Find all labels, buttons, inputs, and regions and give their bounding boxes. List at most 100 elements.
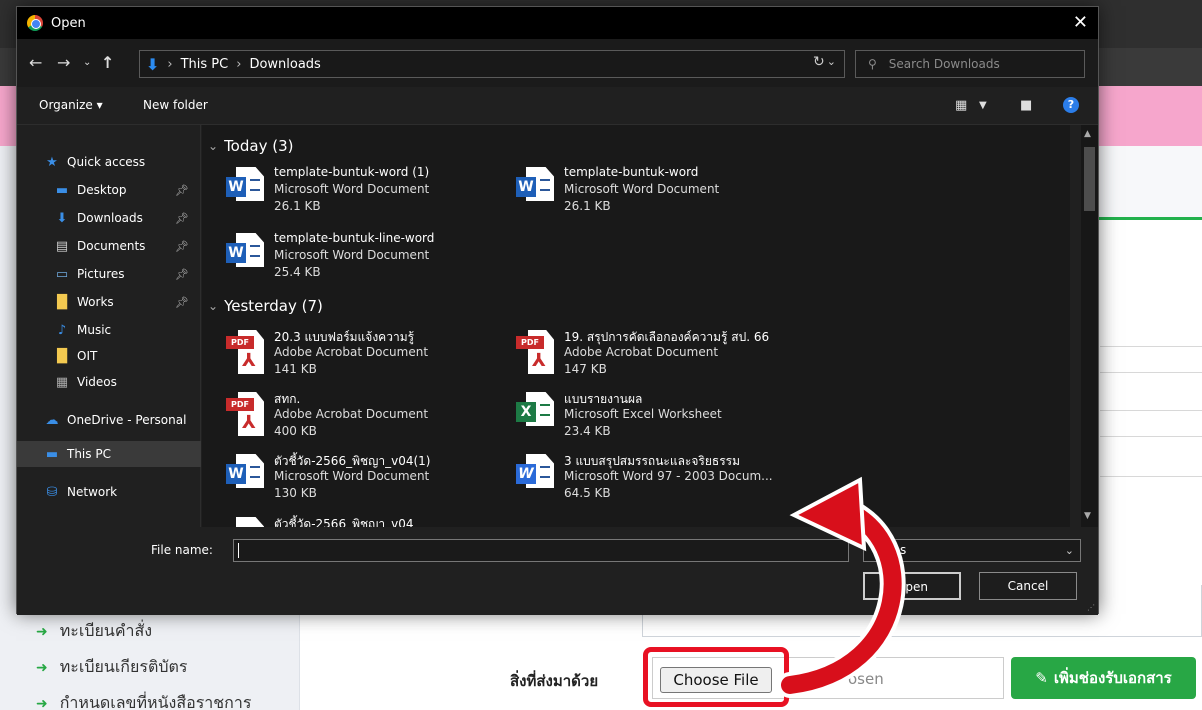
add-attachment-button[interactable]: ✎ เพิ่มช่องรับเอกสาร xyxy=(1011,657,1196,699)
collapse-chevron-icon: ⌄ xyxy=(208,139,219,153)
nav-quick-access[interactable]: ★ Quick access xyxy=(17,149,201,175)
sidebar-link-document-numbers[interactable]: ➜ กำหนดเลขที่หนังสือราชการ xyxy=(36,691,251,710)
group-header-yesterday[interactable]: ⌄ Yesterday (7) xyxy=(208,297,323,315)
recent-locations-chevron-icon[interactable]: ⌄ xyxy=(83,57,91,68)
music-icon: ♪ xyxy=(57,322,67,338)
cancel-button[interactable]: Cancel xyxy=(979,572,1077,600)
pin-icon[interactable]: 📌︎ xyxy=(175,268,189,281)
file-item[interactable]: W template-buntuk-line-word Microsoft Wo… xyxy=(222,231,502,291)
nav-onedrive[interactable]: ☁ OneDrive - Personal xyxy=(17,407,201,433)
address-bar-row: ← → ⌄ ↑ ⬇ › This PC › Downloads ⌄ ↻ ⚲ Se… xyxy=(17,39,1098,87)
star-icon: ★ xyxy=(46,154,58,170)
word-document-icon: W xyxy=(226,167,264,213)
scroll-down-icon[interactable]: ▼ xyxy=(1084,511,1091,521)
arrow-right-icon: ➜ xyxy=(36,623,48,640)
chrome-icon xyxy=(27,15,43,31)
up-arrow-icon[interactable]: ↑ xyxy=(101,53,114,72)
nav-downloads[interactable]: ⬇ Downloads 📌︎ xyxy=(17,205,201,231)
navigation-pane: ★ Quick access ▬ Desktop 📌︎ ⬇ Downloads 📌︎ ▤ D… xyxy=(17,125,201,527)
network-icon: ⛁ xyxy=(46,484,58,500)
address-dropdown-icon[interactable]: ⌄ xyxy=(827,55,836,68)
pin-icon[interactable]: 📌︎ xyxy=(175,240,189,253)
attachment-label: สิ่งที่ส่งมาด้วย xyxy=(510,672,599,690)
breadcrumb-downloads[interactable]: Downloads xyxy=(249,57,320,72)
file-name-label: File name: xyxy=(151,543,213,557)
paperclip-icon: ✎ xyxy=(1035,669,1048,687)
search-icon: ⚲ xyxy=(868,57,877,71)
word-document-icon: W xyxy=(516,167,554,213)
file-list-scrollbar[interactable]: ▲ ▼ xyxy=(1081,125,1098,527)
back-arrow-icon[interactable]: ← xyxy=(29,53,42,72)
file-list: ⌄ Today (3) W template-buntuk-word (1) Mi… xyxy=(202,125,1070,527)
downloads-arrow-icon: ⬇ xyxy=(146,54,160,74)
nav-videos[interactable]: ▦ Videos xyxy=(17,369,201,395)
nav-music[interactable]: ♪ Music xyxy=(17,317,201,343)
file-item[interactable]: W ตัวชี้วัด-2566_พิชญา_v04(1) Microsoft … xyxy=(222,452,502,512)
organize-menu[interactable]: Organize ▾ xyxy=(39,98,103,112)
file-name-input[interactable] xyxy=(233,539,849,562)
nav-network[interactable]: ⛁ Network xyxy=(17,479,201,505)
pdf-document-icon: PDF ⅄ xyxy=(226,392,264,438)
word-document-icon: W xyxy=(226,233,264,279)
new-folder-button[interactable]: New folder xyxy=(143,98,208,112)
folder-icon: █ xyxy=(57,294,67,310)
excel-worksheet-icon: X xyxy=(516,392,554,438)
pin-icon[interactable]: 📌︎ xyxy=(175,184,189,197)
file-item[interactable]: ตัวชี้วัด-2566_พิชญา_v04 xyxy=(222,515,502,527)
form-divider xyxy=(1100,346,1202,347)
file-item[interactable]: W 3 แบบสรุปสมรรถนะและจริยธรรม Microsoft … xyxy=(512,452,792,512)
documents-icon: ▤ xyxy=(55,238,69,254)
forward-arrow-icon[interactable]: → xyxy=(57,53,70,72)
form-divider xyxy=(1100,476,1202,477)
word-document-icon xyxy=(226,517,264,527)
nav-desktop[interactable]: ▬ Desktop 📌︎ xyxy=(17,177,201,203)
form-divider xyxy=(1100,436,1202,437)
arrow-right-icon: ➜ xyxy=(36,695,48,710)
sidebar-link-certificates[interactable]: ➜ ทะเบียนเกียรติบัตร xyxy=(36,655,187,680)
pin-icon[interactable]: 📌︎ xyxy=(175,212,189,225)
download-icon: ⬇ xyxy=(56,210,68,226)
annotation-arrow xyxy=(777,476,906,698)
file-item[interactable]: PDF ⅄ 19. สรุปการคัดเลือกองค์ความรู้ สป. … xyxy=(512,328,792,388)
collapse-chevron-icon: ⌄ xyxy=(208,299,219,313)
nav-this-pc[interactable]: ▬ This PC xyxy=(17,441,201,467)
view-dropdown-icon[interactable]: ▼ xyxy=(979,100,987,111)
nav-pictures[interactable]: ▭ Pictures 📌︎ xyxy=(17,261,201,287)
arrow-right-icon: ➜ xyxy=(36,659,48,676)
onedrive-icon: ☁ xyxy=(45,412,59,428)
nav-oit[interactable]: █ OIT xyxy=(17,343,201,369)
chevron-down-icon: ⌄ xyxy=(1064,544,1074,557)
nav-works[interactable]: █ Works 📌︎ xyxy=(17,289,201,315)
group-header-today[interactable]: ⌄ Today (3) xyxy=(208,137,293,155)
folder-icon: █ xyxy=(57,348,67,364)
nav-documents[interactable]: ▤ Documents 📌︎ xyxy=(17,233,201,259)
word-document-icon: W xyxy=(226,454,264,500)
help-icon[interactable]: ? xyxy=(1063,97,1079,113)
dialog-title: Open xyxy=(51,15,86,31)
search-box[interactable]: ⚲ Search Downloads xyxy=(855,50,1085,78)
scroll-up-icon[interactable]: ▲ xyxy=(1084,129,1091,139)
this-pc-icon: ▬ xyxy=(45,446,59,462)
file-item[interactable]: PDF ⅄ สทก. Adobe Acrobat Document 400 KB xyxy=(222,390,502,450)
close-icon[interactable]: ✕ xyxy=(1073,12,1088,33)
pin-icon[interactable]: 📌︎ xyxy=(175,296,189,309)
view-options-icon[interactable]: ▦ xyxy=(955,98,967,113)
search-placeholder: Search Downloads xyxy=(888,57,1000,71)
file-item[interactable]: PDF ⅄ 20.3 แบบฟอร์มแจ้งความรู้ Adobe Acro… xyxy=(222,328,502,388)
pdf-document-icon: PDF ⅄ xyxy=(516,330,554,376)
refresh-icon[interactable]: ↻ xyxy=(813,54,825,70)
file-item[interactable]: W template-buntuk-word Microsoft Word Do… xyxy=(512,165,792,225)
pictures-icon: ▭ xyxy=(55,266,69,282)
sidebar-link-orders[interactable]: ➜ ทะเบียนคำสั่ง xyxy=(36,619,152,644)
dialog-titlebar: Open ✕ xyxy=(17,7,1098,39)
breadcrumb-this-pc[interactable]: This PC xyxy=(181,57,229,72)
dialog-toolbar: Organize ▾ New folder ▦ ▼ ■ ? xyxy=(17,87,1098,125)
file-item[interactable]: X แบบรายงานผล Microsoft Excel Worksheet … xyxy=(512,390,792,450)
preview-pane-icon[interactable]: ■ xyxy=(1020,98,1032,113)
word-97-document-icon: W xyxy=(516,454,554,500)
videos-icon: ▦ xyxy=(55,374,69,390)
address-bar[interactable]: ⬇ › This PC › Downloads ⌄ xyxy=(139,50,845,78)
file-item[interactable]: W template-buntuk-word (1) Microsoft Wor… xyxy=(222,165,502,225)
resize-grip-icon[interactable]: ⋰ xyxy=(1087,603,1095,612)
scroll-thumb[interactable] xyxy=(1084,147,1095,211)
